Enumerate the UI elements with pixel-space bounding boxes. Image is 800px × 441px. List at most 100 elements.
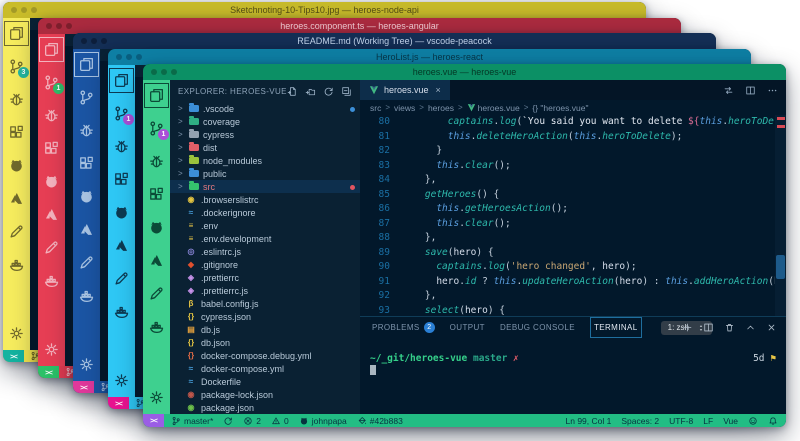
window-controls[interactable] [116,54,142,60]
more-icon[interactable] [767,85,778,96]
status-item-vue[interactable]: Vue [723,416,738,426]
titlebar[interactable]: heroes.vue — heroes-vue [143,64,786,80]
panel-tab-debug-console[interactable]: DEBUG CONSOLE [500,317,575,338]
window-controls[interactable] [81,38,107,44]
folder-row-coverage[interactable]: > coverage [170,115,360,128]
panel-tab-output[interactable]: OUTPUT [450,317,485,338]
github-icon[interactable] [43,173,60,190]
docker-icon[interactable] [8,256,25,273]
gear-icon[interactable] [78,356,95,373]
extensions-icon[interactable] [43,140,60,157]
breadcrumb-item[interactable]: {} "heroes.vue" [532,103,588,113]
collapse-all-icon[interactable] [341,86,352,97]
zoom-window-button[interactable] [136,54,142,60]
debug-icon[interactable] [43,107,60,124]
close-window-button[interactable] [151,69,157,75]
refresh-icon[interactable] [323,86,334,97]
folder-row-.vscode[interactable]: > .vscode [170,102,360,115]
github-icon[interactable] [113,204,130,221]
status-item-johnpapa[interactable]: johnpapa [299,416,347,426]
file-row-babel.config.js[interactable]: β babel.config.js [170,297,360,310]
file-row-.eslintrc.js[interactable]: ◎ .eslintrc.js [170,245,360,258]
minimize-window-button[interactable] [21,7,27,13]
docker-icon[interactable] [78,287,95,304]
folder-row-public[interactable]: > public [170,167,360,180]
window-controls[interactable] [11,7,37,13]
minimize-window-button[interactable] [56,23,62,29]
breadcrumb-item[interactable]: src [370,103,381,113]
folder-row-dist[interactable]: > dist [170,141,360,154]
extensions-icon[interactable] [78,155,95,172]
debug-icon[interactable] [113,138,130,155]
extensions-icon[interactable] [148,186,165,203]
files-icon[interactable] [4,21,29,46]
close-window-button[interactable] [116,54,122,60]
remote-indicator[interactable]: >< [73,381,94,393]
remote-indicator[interactable]: >< [143,414,164,427]
pen-icon[interactable] [43,239,60,256]
status-item-master-[interactable]: master* [171,416,213,426]
remote-indicator[interactable]: >< [108,397,129,409]
gear-icon[interactable] [113,372,130,389]
status-item-0[interactable]: 0 [271,416,289,426]
titlebar[interactable]: README.md (Working Tree) — vscode-peacoc… [73,33,716,49]
chevron-up-icon[interactable] [745,322,756,333]
extensions-icon[interactable] [8,124,25,141]
file-row-.env[interactable]: ≡ .env [170,219,360,232]
status-item-2[interactable]: 2 [243,416,261,426]
file-row-db.js[interactable]: ▤ db.js [170,323,360,336]
github-icon[interactable] [8,157,25,174]
status-item-ln-99-col-1[interactable]: Ln 99, Col 1 [566,416,612,426]
plus-icon[interactable] [682,322,693,333]
editor-scrollbar[interactable] [775,115,786,317]
window-controls[interactable] [46,23,72,29]
close-tab-icon[interactable]: × [436,85,441,95]
new-folder-icon[interactable] [305,86,316,97]
code-editor[interactable]: 80 captains.log(`You said you want to de… [360,115,775,317]
source-control-icon[interactable]: 1 [148,120,169,140]
files-icon[interactable] [144,83,169,108]
trash-icon[interactable] [724,322,735,333]
file-row-.browserslistrc[interactable]: ◉ .browserslistrc [170,193,360,206]
close-window-button[interactable] [11,7,17,13]
azure-icon[interactable] [43,206,60,223]
status-item[interactable] [768,416,778,426]
status-item-spaces-2[interactable]: Spaces: 2 [621,416,659,426]
file-row-.env.development[interactable]: ≡ .env.development [170,232,360,245]
files-icon[interactable] [39,37,64,62]
breadcrumb-item[interactable]: heroes.vue [467,103,520,113]
github-icon[interactable] [148,219,165,236]
azure-icon[interactable] [148,252,165,269]
debug-icon[interactable] [8,91,25,108]
docker-icon[interactable] [148,318,165,335]
file-row-cypress.json[interactable]: {} cypress.json [170,310,360,323]
file-row-.prettierrc.js[interactable]: ◈ .prettierrc.js [170,284,360,297]
file-row-docker-compose.debug.yml[interactable]: {} docker-compose.debug.yml [170,349,360,362]
titlebar[interactable]: HeroList.js — heroes-react [108,49,751,65]
status-item[interactable] [223,416,233,426]
panel-tab-terminal[interactable]: TERMINAL [590,317,642,338]
minimize-window-button[interactable] [161,69,167,75]
zoom-window-button[interactable] [66,23,72,29]
terminal[interactable]: ~/_git/heroes-vue master ✗ 5d ⚑ [360,338,786,414]
debug-icon[interactable] [78,122,95,139]
debug-icon[interactable] [148,153,165,170]
new-file-icon[interactable] [287,86,298,97]
pen-icon[interactable] [113,270,130,287]
swap-icon[interactable] [723,85,734,96]
file-row-Dockerfile[interactable]: ≈ Dockerfile [170,375,360,388]
file-row-package.json[interactable]: ◉ package.json [170,401,360,414]
split-icon[interactable] [703,322,714,333]
status-item[interactable] [748,416,758,426]
pen-icon[interactable] [8,223,25,240]
breadcrumb-item[interactable]: views [394,103,415,113]
pen-icon[interactable] [78,254,95,271]
status-item-utf-8[interactable]: UTF-8 [669,416,693,426]
gear-icon[interactable] [43,341,60,358]
window-controls[interactable] [151,69,177,75]
remote-indicator[interactable]: >< [3,350,24,362]
azure-icon[interactable] [113,237,130,254]
breadcrumb-item[interactable]: heroes [428,103,454,113]
tab-heroes-vue[interactable]: heroes.vue × [360,80,450,100]
close-window-button[interactable] [46,23,52,29]
